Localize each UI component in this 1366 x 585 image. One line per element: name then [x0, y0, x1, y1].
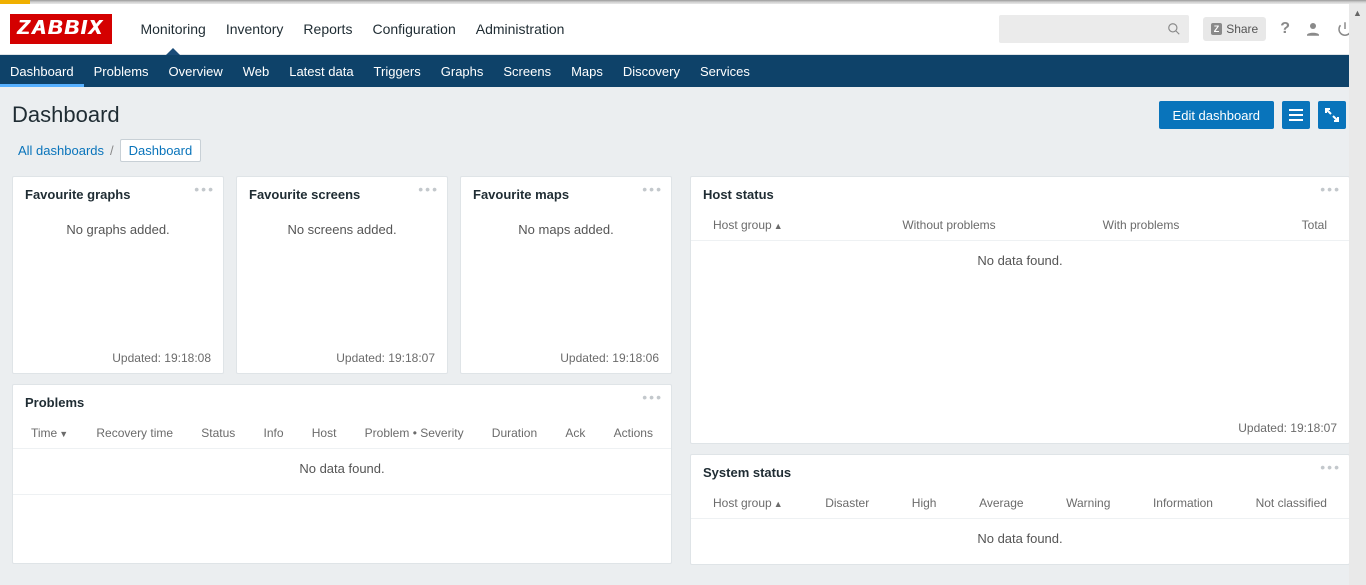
col-problem[interactable]: Problem • Severity	[365, 426, 464, 440]
widget-menu-icon[interactable]: •••	[1320, 185, 1341, 193]
widget-updated: Updated: 19:18:07	[691, 413, 1349, 443]
help-icon[interactable]: ?	[1280, 20, 1290, 38]
widget-title: Problems	[13, 385, 671, 418]
widget-empty-message: No graphs added.	[13, 210, 223, 343]
subnav-screens[interactable]: Screens	[493, 55, 561, 87]
page-header: Dashboard Edit dashboard	[0, 87, 1366, 135]
fullscreen-icon	[1325, 108, 1339, 122]
hoststatus-columns: Host group▲ Without problems With proble…	[691, 210, 1349, 241]
sort-desc-icon: ▼	[59, 429, 68, 439]
col-average[interactable]: Average	[979, 496, 1023, 510]
subnav-web[interactable]: Web	[233, 55, 280, 87]
widget-title: Favourite maps	[461, 177, 671, 210]
col-disaster[interactable]: Disaster	[825, 496, 869, 510]
col-duration[interactable]: Duration	[492, 426, 537, 440]
widget-favourite-graphs: ••• Favourite graphs No graphs added. Up…	[12, 176, 224, 374]
widget-favourite-screens: ••• Favourite screens No screens added. …	[236, 176, 448, 374]
col-high[interactable]: High	[912, 496, 937, 510]
sysstatus-columns: Host group▲ Disaster High Average Warnin…	[691, 488, 1349, 519]
widget-system-status: ••• System status Host group▲ Disaster H…	[690, 454, 1350, 565]
widget-menu-icon[interactable]: •••	[418, 185, 439, 193]
search-icon	[1167, 22, 1181, 36]
widget-title: Host status	[691, 177, 1349, 210]
widget-problems: ••• Problems Time▼ Recovery time Status …	[12, 384, 672, 564]
problems-columns: Time▼ Recovery time Status Info Host Pro…	[13, 418, 671, 449]
widget-empty-message: No screens added.	[237, 210, 447, 343]
col-warning[interactable]: Warning	[1066, 496, 1110, 510]
hoststatus-nodata: No data found.	[691, 241, 1349, 286]
widget-title: System status	[691, 455, 1349, 488]
sort-asc-icon: ▲	[774, 499, 783, 509]
breadcrumb-root[interactable]: All dashboards	[18, 143, 104, 158]
breadcrumb-current: Dashboard	[120, 139, 202, 162]
col-host-group[interactable]: Host group▲	[713, 218, 853, 232]
share-button[interactable]: Z Share	[1203, 17, 1267, 41]
search-input[interactable]	[999, 15, 1189, 43]
widget-host-status: ••• Host status Host group▲ Without prob…	[690, 176, 1350, 444]
widget-menu-icon[interactable]: •••	[1320, 463, 1341, 471]
col-not-classified[interactable]: Not classified	[1256, 496, 1327, 510]
page-title: Dashboard	[12, 102, 120, 128]
subnav-discovery[interactable]: Discovery	[613, 55, 690, 87]
widget-favourite-maps: ••• Favourite maps No maps added. Update…	[460, 176, 672, 374]
subnav-graphs[interactable]: Graphs	[431, 55, 494, 87]
problems-nodata: No data found.	[13, 449, 671, 495]
subnav-problems[interactable]: Problems	[84, 55, 159, 87]
subnav-latest-data[interactable]: Latest data	[279, 55, 363, 87]
col-host-group[interactable]: Host group▲	[713, 496, 783, 510]
widget-title: Favourite screens	[237, 177, 447, 210]
col-information[interactable]: Information	[1153, 496, 1213, 510]
col-status[interactable]: Status	[201, 426, 235, 440]
widget-updated: Updated: 19:18:06	[461, 343, 671, 373]
subnav-maps[interactable]: Maps	[561, 55, 613, 87]
zabbix-logo[interactable]: ZABBIX	[10, 14, 112, 44]
col-ack[interactable]: Ack	[565, 426, 585, 440]
mainnav-administration[interactable]: Administration	[466, 4, 575, 54]
scroll-up-icon[interactable]: ▲	[1349, 4, 1366, 21]
mainnav-monitoring[interactable]: Monitoring	[130, 4, 215, 54]
share-z-icon: Z	[1211, 23, 1223, 35]
col-total[interactable]: Total	[1237, 218, 1327, 232]
col-host[interactable]: Host	[312, 426, 337, 440]
widget-updated: Updated: 19:18:08	[13, 343, 223, 373]
breadcrumb: All dashboards / Dashboard	[0, 135, 1366, 176]
col-time[interactable]: Time▼	[31, 426, 68, 440]
col-info[interactable]: Info	[264, 426, 284, 440]
col-without-problems[interactable]: Without problems	[853, 218, 1045, 232]
col-recovery[interactable]: Recovery time	[96, 426, 173, 440]
widget-empty-message: No maps added.	[461, 210, 671, 343]
subnav-overview[interactable]: Overview	[159, 55, 233, 87]
share-label: Share	[1226, 22, 1258, 36]
sort-asc-icon: ▲	[774, 221, 783, 231]
widget-title: Favourite graphs	[13, 177, 223, 210]
subnav-dashboard[interactable]: Dashboard	[0, 55, 84, 87]
mainnav-inventory[interactable]: Inventory	[216, 4, 294, 54]
subnav-triggers[interactable]: Triggers	[364, 55, 431, 87]
col-with-problems[interactable]: With problems	[1045, 218, 1237, 232]
edit-dashboard-button[interactable]: Edit dashboard	[1159, 101, 1274, 129]
dashboard-list-button[interactable]	[1282, 101, 1310, 129]
sysstatus-nodata: No data found.	[691, 519, 1349, 564]
widget-menu-icon[interactable]: •••	[194, 185, 215, 193]
subnav-services[interactable]: Services	[690, 55, 760, 87]
hamburger-icon	[1288, 108, 1304, 122]
widget-updated: Updated: 19:18:07	[237, 343, 447, 373]
col-actions[interactable]: Actions	[614, 426, 653, 440]
breadcrumb-separator: /	[110, 143, 114, 158]
scrollbar[interactable]: ▲	[1349, 4, 1366, 585]
mainnav-configuration[interactable]: Configuration	[362, 4, 465, 54]
sub-nav: Dashboard Problems Overview Web Latest d…	[0, 55, 1366, 87]
mainnav-reports[interactable]: Reports	[293, 4, 362, 54]
fullscreen-button[interactable]	[1318, 101, 1346, 129]
widget-menu-icon[interactable]: •••	[642, 185, 663, 193]
user-icon[interactable]	[1304, 20, 1322, 38]
topbar: ZABBIX Monitoring Inventory Reports Conf…	[0, 4, 1366, 55]
main-nav: Monitoring Inventory Reports Configurati…	[130, 4, 574, 54]
widget-menu-icon[interactable]: •••	[642, 393, 663, 401]
